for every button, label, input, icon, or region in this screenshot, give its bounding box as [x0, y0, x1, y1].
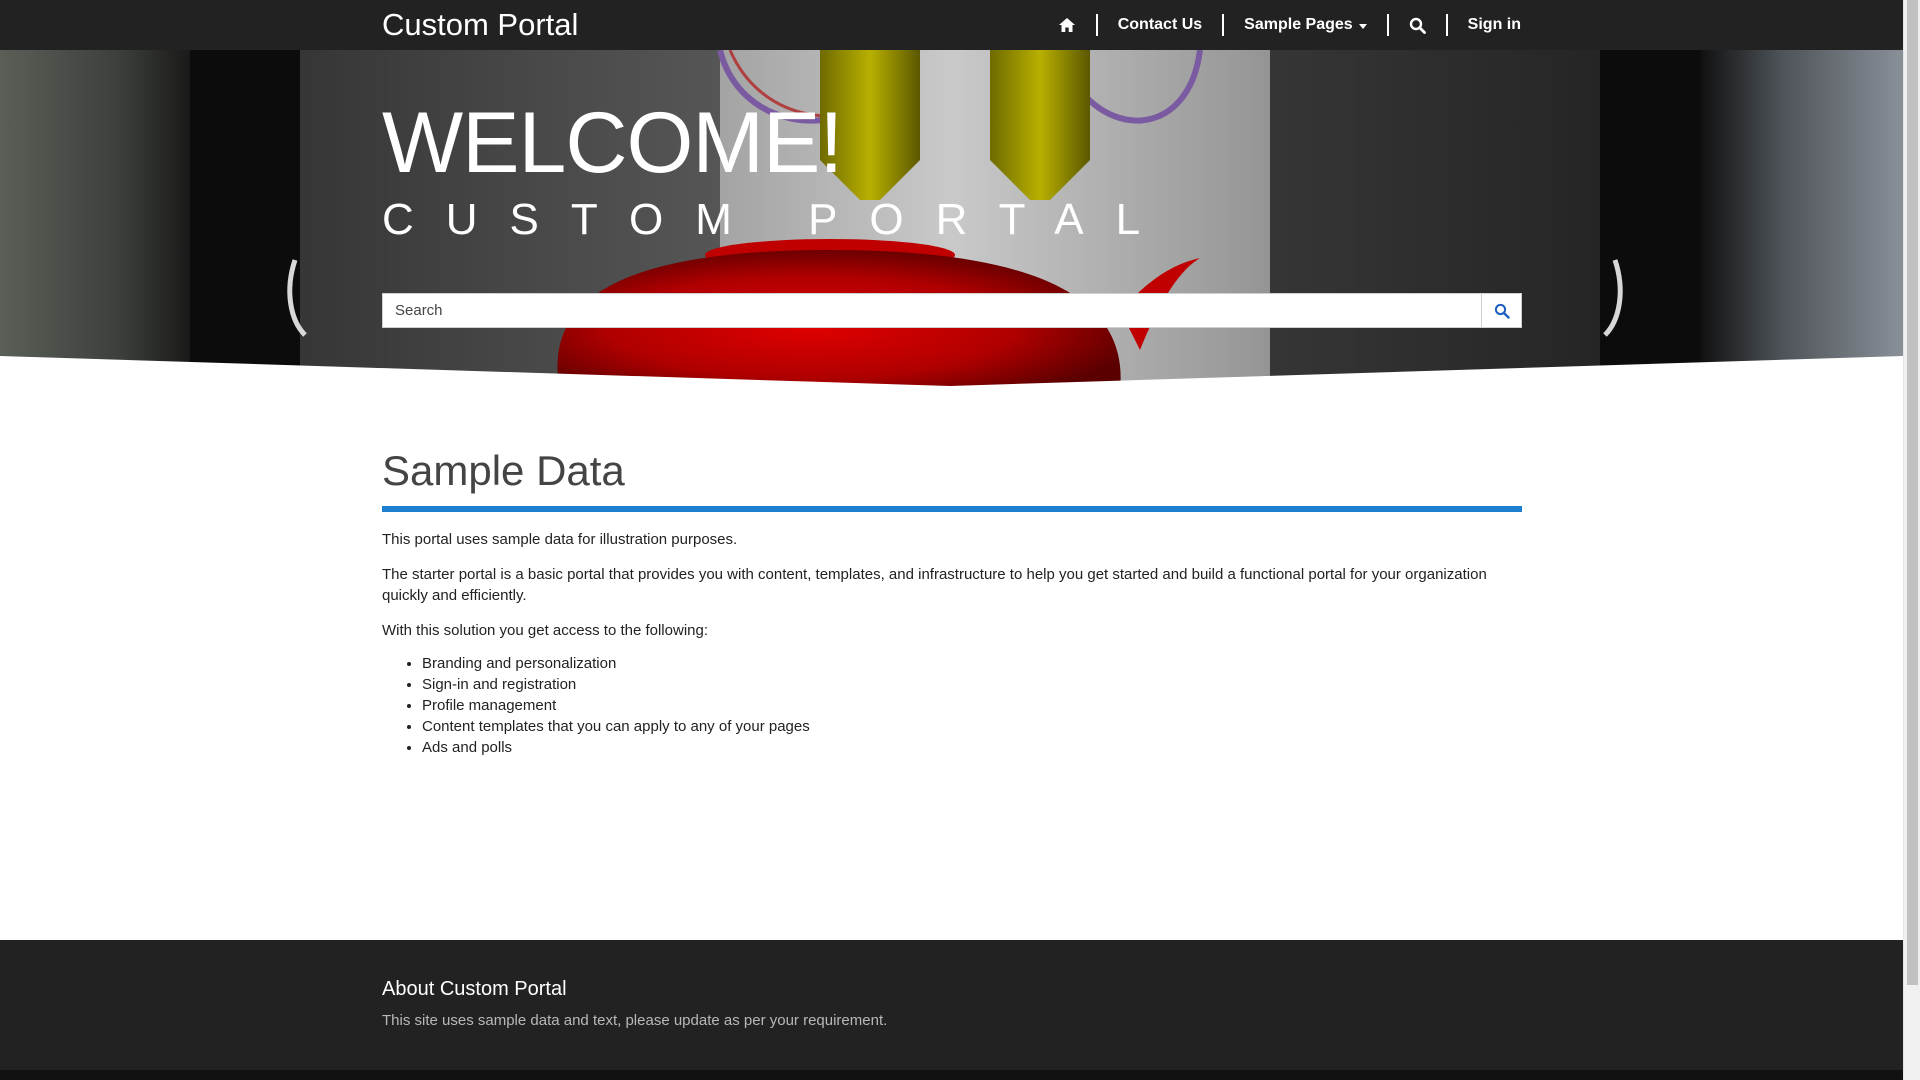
footer: About Custom Portal This site uses sampl… [0, 940, 1903, 1070]
list-item: Profile management [422, 695, 1522, 716]
nav-menu: Contact Us Sample Pages Sign in [1038, 0, 1521, 50]
search-input[interactable] [383, 294, 1481, 327]
features-list: Branding and personalization Sign-in and… [382, 653, 1522, 758]
footer-bottom-bar [0, 1070, 1903, 1080]
footer-title: About Custom Portal [382, 978, 567, 1000]
page-title: Sample Data [382, 447, 625, 494]
title-underline [382, 506, 1522, 513]
top-navbar: Custom Portal Contact Us Sample Pages Si… [0, 0, 1903, 50]
brand-link[interactable]: Custom Portal [382, 7, 578, 43]
footer-text: This site uses sample data and text, ple… [382, 1012, 888, 1029]
hero-title: WELCOME! [382, 95, 843, 191]
search-button[interactable] [1481, 294, 1521, 327]
intro-paragraph: This portal uses sample data for illustr… [382, 531, 738, 549]
hero-subtitle: CUSTOM PORTAL [382, 195, 1173, 244]
nav-item-contact-us[interactable]: Contact Us [1098, 0, 1222, 50]
main-content: Sample Data This portal uses sample data… [382, 446, 1522, 758]
vertical-scrollbar[interactable] [1903, 0, 1920, 1080]
features-intro-paragraph: With this solution you get access to the… [382, 622, 709, 640]
home-icon[interactable] [1038, 0, 1096, 50]
description-paragraph: The starter portal is a basic portal tha… [382, 566, 1487, 605]
list-item: Branding and personalization [422, 653, 1522, 674]
caret-down-icon [1358, 23, 1367, 29]
search-icon [1494, 303, 1510, 319]
nav-item-sample-pages[interactable]: Sample Pages [1224, 0, 1387, 50]
list-item: Sign-in and registration [422, 674, 1522, 695]
scrollbar-thumb[interactable] [1907, 0, 1918, 985]
page: Custom Portal Contact Us Sample Pages Si… [0, 0, 1903, 1080]
nav-item-sample-pages-label: Sample Pages [1244, 16, 1353, 33]
hero-search-bar [382, 293, 1522, 328]
search-icon[interactable] [1389, 0, 1446, 50]
list-item: Content templates that you can apply to … [422, 716, 1522, 737]
list-item: Ads and polls [422, 737, 1522, 758]
hero-banner: WELCOME! CUSTOM PORTAL [0, 50, 1903, 390]
sign-in-link[interactable]: Sign in [1448, 0, 1521, 50]
